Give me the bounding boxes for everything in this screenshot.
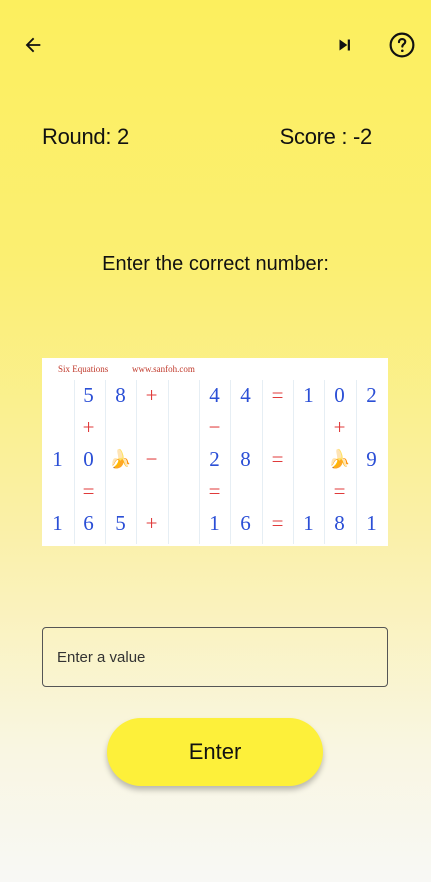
back-button[interactable]: [18, 30, 48, 60]
enter-button[interactable]: Enter: [107, 718, 323, 786]
puzzle-operator: =: [208, 479, 221, 503]
puzzle-operator: +: [145, 511, 158, 535]
puzzle-operator: =: [333, 479, 346, 503]
puzzle-operator: =: [271, 383, 284, 407]
help-circle-icon: [389, 32, 415, 58]
puzzle-operator: +: [82, 415, 95, 439]
round-label: Round: 2: [42, 124, 129, 149]
help-button[interactable]: [386, 29, 418, 61]
puzzle-operator: =: [82, 479, 95, 503]
puzzle-digit: 1: [366, 511, 377, 535]
puzzle-digit: 1: [303, 383, 314, 407]
puzzle-operator: −: [208, 415, 221, 439]
puzzle-digit: 5: [83, 383, 94, 407]
puzzle-title: Six Equations: [58, 364, 109, 374]
puzzle-digit: 1: [52, 511, 63, 535]
puzzle-digit: 1: [52, 447, 63, 471]
puzzle-grid: 5 8 +4 4 = 1 0 2 + − +1 0 🍌 −2 8 = 🍌 9 = = = 1 6 5 +1 6 = 1 8 1: [42, 380, 388, 546]
puzzle-site: www.sanfoh.com: [132, 364, 195, 374]
puzzle-digit: 8: [240, 447, 251, 471]
score-label: Score : -2: [279, 124, 373, 149]
puzzle-digit: 2: [209, 447, 220, 471]
puzzle-digit: 4: [209, 383, 220, 407]
puzzle-digit: 0: [334, 383, 345, 407]
puzzle-operator: =: [271, 511, 284, 535]
puzzle-digit: 9: [366, 447, 377, 471]
puzzle-digit: 0: [83, 447, 94, 471]
puzzle-operator: −: [145, 447, 158, 471]
puzzle-digit: 1: [303, 511, 314, 535]
value-field[interactable]: [42, 627, 388, 687]
prompt-text: Enter the correct number:: [102, 253, 329, 275]
skip-button[interactable]: [330, 30, 360, 60]
puzzle-operator: +: [145, 383, 158, 407]
puzzle-digit: 1: [209, 511, 220, 535]
puzzle-digit: 2: [366, 383, 377, 407]
value-input[interactable]: [43, 628, 387, 686]
puzzle-operator: +: [333, 415, 346, 439]
puzzle-digit: 5: [115, 511, 126, 535]
puzzle-digit: 4: [240, 383, 251, 407]
puzzle-digit: 8: [334, 511, 345, 535]
puzzle-digit: 8: [115, 383, 126, 407]
puzzle-operator: =: [271, 447, 284, 471]
puzzle-digit: 6: [83, 511, 94, 535]
arrow-left-icon: [25, 37, 41, 53]
puzzle-digit: 6: [240, 511, 251, 535]
banana-unknown-icon: 🍌: [109, 449, 132, 469]
banana-unknown-icon: 🍌: [328, 449, 351, 469]
skip-next-icon: [339, 39, 350, 51]
puzzle-image: Six Equations www.sanfoh.com 5 8 +4 4 = 1 0 2 + −…: [42, 358, 388, 546]
